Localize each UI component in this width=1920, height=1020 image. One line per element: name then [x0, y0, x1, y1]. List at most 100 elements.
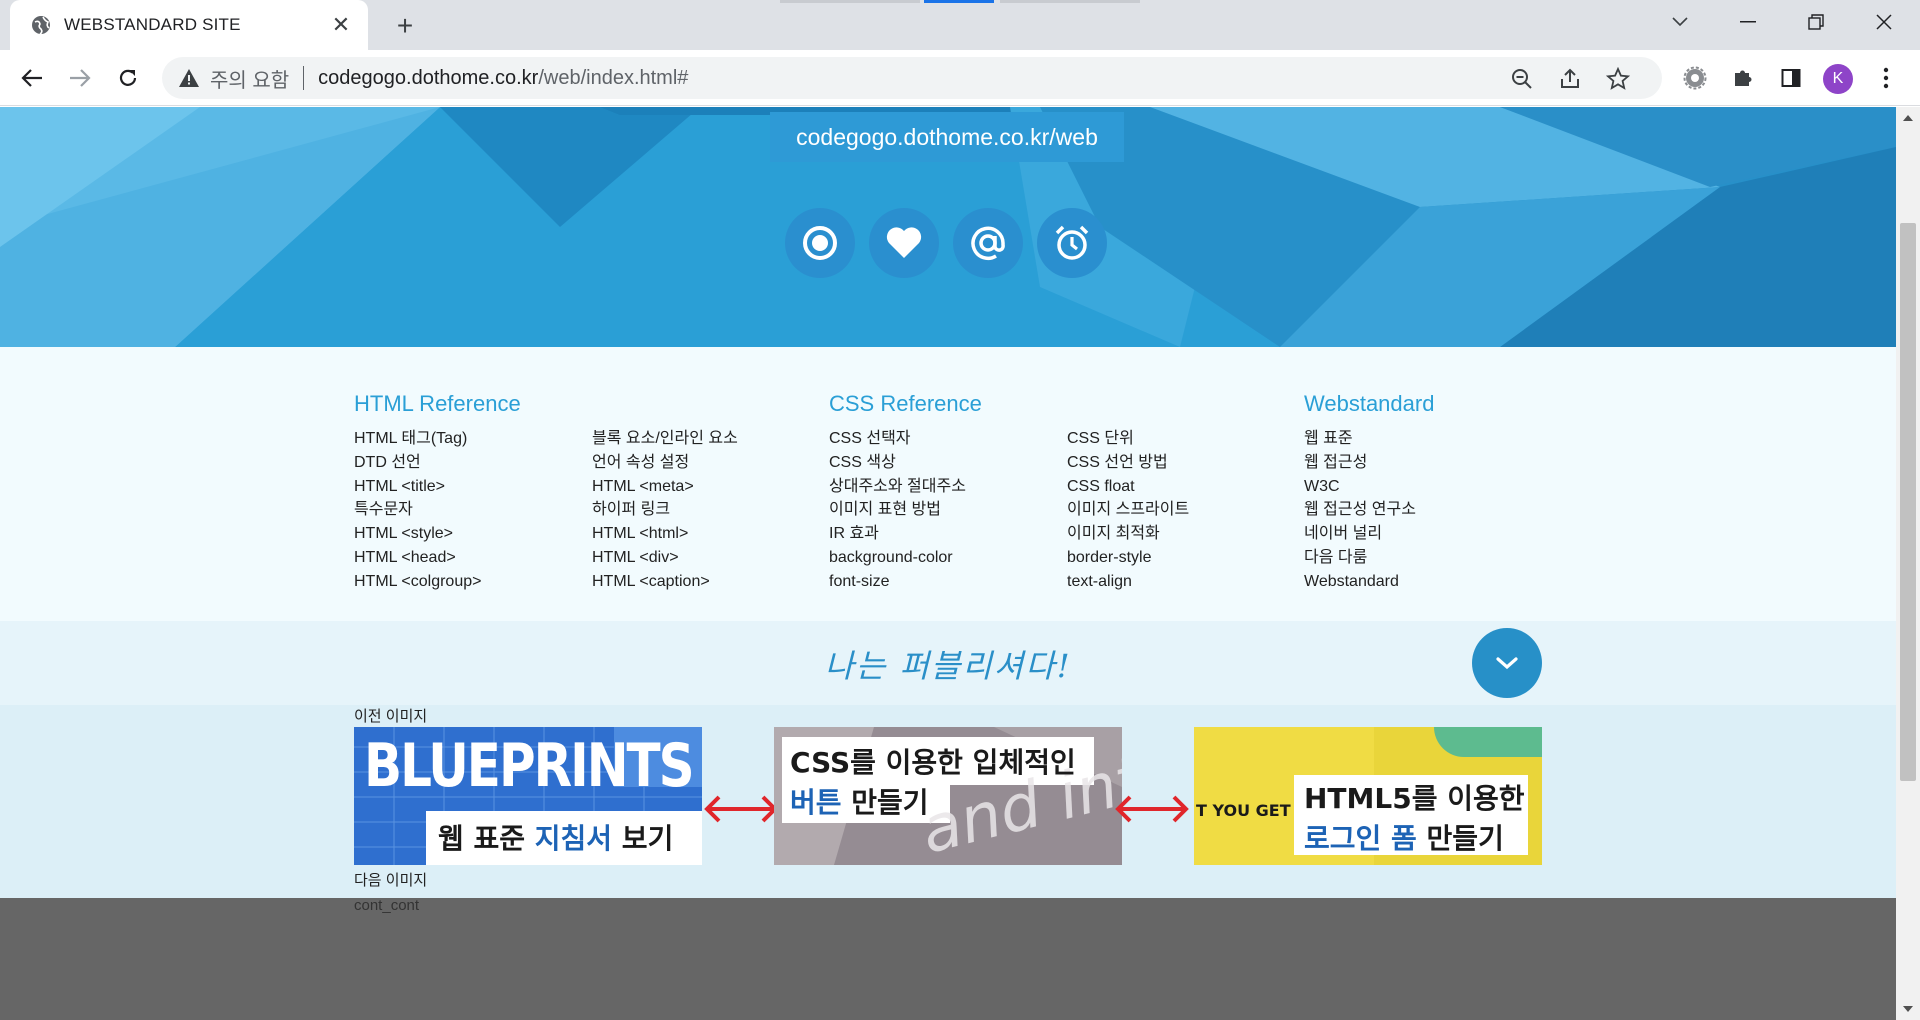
link-item[interactable]: CSS 단위 — [1067, 427, 1189, 451]
html-reference-list-right: 블록 요소/인라인 요소 언어 속성 설정 HTML <meta> 하이퍼 링크… — [592, 427, 738, 594]
warning-icon[interactable] — [178, 67, 200, 89]
heart-icon[interactable] — [869, 208, 939, 278]
bookmark-star-icon[interactable] — [1605, 66, 1631, 91]
tab-title: WEBSTANDARD SITE — [64, 15, 241, 34]
link-item[interactable]: W3C — [1304, 475, 1416, 499]
link-item[interactable]: CSS 선택자 — [829, 427, 966, 451]
link-item[interactable]: HTML <style> — [354, 522, 481, 546]
reload-icon[interactable] — [110, 60, 146, 96]
link-item[interactable]: border-style — [1067, 546, 1189, 570]
slide-caption-highlight: 지침서 — [534, 822, 613, 855]
link-item[interactable]: 이미지 표현 방법 — [829, 498, 966, 522]
link-item[interactable]: IR 효과 — [829, 522, 966, 546]
chevron-down-icon — [1496, 657, 1518, 670]
link-item[interactable]: background-color — [829, 546, 966, 570]
share-icon[interactable] — [1558, 67, 1582, 91]
tab-indicator-active — [924, 0, 994, 3]
link-item[interactable]: HTML <title> — [354, 475, 481, 499]
slide-caption: 로그인 폼 만들기 — [1304, 817, 1504, 857]
link-item[interactable]: 웹 표준 — [1304, 427, 1416, 451]
menu-kebab-icon[interactable] — [1868, 60, 1904, 96]
extensions-puzzle-icon[interactable] — [1725, 60, 1761, 96]
browser-tab[interactable]: WEBSTANDARD SITE ✕ — [10, 0, 368, 50]
link-item[interactable]: 다음 다룸 — [1304, 546, 1416, 570]
tab-search-chevron-icon[interactable] — [1650, 0, 1710, 44]
slogan-band: 나는 퍼블리셔다! — [0, 621, 1896, 705]
slide-blueprints[interactable]: BLUEPRINTS 웹 표준 지침서 보기 — [354, 727, 702, 865]
zoom-icon[interactable] — [1510, 67, 1534, 91]
link-item[interactable]: CSS 선언 방법 — [1067, 451, 1189, 475]
restore-icon[interactable] — [1786, 0, 1846, 44]
at-sign-icon[interactable] — [953, 208, 1023, 278]
link-item[interactable]: 웹 접근성 — [1304, 451, 1416, 475]
scroll-up-icon[interactable] — [1902, 113, 1914, 123]
address-bar[interactable]: 주의 요함 codegogo.dothome.co.kr/web/index.h… — [162, 57, 1662, 99]
link-item[interactable]: text-align — [1067, 570, 1189, 594]
double-arrow-icon — [1115, 795, 1189, 823]
link-item[interactable]: 이미지 스프라이트 — [1067, 498, 1189, 522]
link-item[interactable]: 하이퍼 링크 — [592, 498, 738, 522]
alarm-clock-icon[interactable] — [1037, 208, 1107, 278]
link-item[interactable]: 블록 요소/인라인 요소 — [592, 427, 738, 451]
extension-gear-icon[interactable] — [1677, 60, 1713, 96]
back-icon[interactable] — [14, 60, 50, 96]
link-item[interactable]: HTML <head> — [354, 546, 481, 570]
link-item[interactable]: 네이버 널리 — [1304, 522, 1416, 546]
image-slider: 이전 이미지 BLUEPRINTS 웹 표준 지침서 보기 and inte C… — [0, 705, 1896, 898]
security-label[interactable]: 주의 요함 — [210, 64, 289, 93]
browser-toolbar: 주의 요함 codegogo.dothome.co.kr/web/index.h… — [0, 50, 1920, 106]
side-panel-icon[interactable] — [1773, 60, 1809, 96]
link-item[interactable]: CSS 색상 — [829, 451, 966, 475]
webstandard-title[interactable]: Webstandard — [1304, 391, 1434, 417]
prev-image-link[interactable]: 이전 이미지 — [354, 705, 427, 726]
profile-avatar[interactable]: K — [1823, 64, 1853, 94]
html-reference-title[interactable]: HTML Reference — [354, 391, 521, 417]
link-item[interactable]: 언어 속성 설정 — [592, 451, 738, 475]
page-scrollbar[interactable] — [1896, 107, 1920, 1020]
scroll-down-icon[interactable] — [1902, 1004, 1914, 1014]
new-tab-icon[interactable]: + — [390, 10, 420, 41]
css-reference-list-right: CSS 단위 CSS 선언 방법 CSS float 이미지 스프라이트 이미지… — [1067, 427, 1189, 594]
target-icon[interactable] — [785, 208, 855, 278]
slogan-text: 나는 퍼블리셔다! — [824, 647, 1072, 685]
link-item[interactable]: HTML <caption> — [592, 570, 738, 594]
link-item[interactable]: 이미지 최적화 — [1067, 522, 1189, 546]
next-image-link[interactable]: 다음 이미지 — [354, 869, 427, 890]
slide-html5-login[interactable]: T YOU GET HTML5를 이용한 로그인 폼 만들기 — [1194, 727, 1542, 865]
css-reference-list-left: CSS 선택자 CSS 색상 상대주소와 절대주소 이미지 표현 방법 IR 효… — [829, 427, 966, 594]
css-reference-title[interactable]: CSS Reference — [829, 391, 982, 417]
globe-icon — [30, 14, 52, 36]
slide-css-button[interactable]: and inte CSS를 이용한 입체적인 버튼 만들기 — [774, 727, 1122, 865]
link-item[interactable]: 상대주소와 절대주소 — [829, 475, 966, 499]
link-item[interactable]: HTML <meta> — [592, 475, 738, 499]
tab-close-icon[interactable]: ✕ — [328, 12, 354, 38]
hero-icon-row — [785, 208, 1107, 278]
minimize-icon[interactable] — [1718, 0, 1778, 44]
site-url-badge[interactable]: codegogo.dothome.co.kr/web — [770, 112, 1124, 162]
close-window-icon[interactable] — [1854, 0, 1914, 44]
scroll-down-button[interactable] — [1472, 628, 1542, 698]
forward-icon[interactable] — [62, 60, 98, 96]
slide-caption: 웹 표준 지침서 보기 — [438, 817, 673, 857]
scrollbar-thumb[interactable] — [1900, 223, 1916, 781]
link-item[interactable]: HTML <html> — [592, 522, 738, 546]
reference-links-section: HTML Reference HTML 태그(Tag) DTD 선언 HTML … — [0, 347, 1896, 621]
link-item[interactable]: DTD 선언 — [354, 451, 481, 475]
link-item[interactable]: font-size — [829, 570, 966, 594]
double-arrow-icon — [704, 795, 778, 823]
slide-caption: CSS를 이용한 입체적인 — [790, 746, 1076, 779]
url-host: codegogo.dothome.co.kr — [318, 66, 539, 89]
slide-small-text: T YOU GET — [1196, 801, 1291, 820]
slide-big-text: BLUEPRINTS — [364, 731, 695, 801]
tab-indicator — [1000, 0, 1140, 3]
slide-caption-highlight: 로그인 폼 — [1304, 822, 1417, 855]
link-item[interactable]: HTML <colgroup> — [354, 570, 481, 594]
link-item[interactable]: HTML <div> — [592, 546, 738, 570]
footer — [0, 898, 1896, 1020]
link-item[interactable]: 웹 접근성 연구소 — [1304, 498, 1416, 522]
link-item[interactable]: CSS float — [1067, 475, 1189, 499]
link-item[interactable]: 특수문자 — [354, 498, 481, 522]
link-item[interactable]: HTML 태그(Tag) — [354, 427, 481, 451]
link-item[interactable]: Webstandard — [1304, 570, 1416, 594]
tab-strip: WEBSTANDARD SITE ✕ + — [0, 0, 1920, 50]
